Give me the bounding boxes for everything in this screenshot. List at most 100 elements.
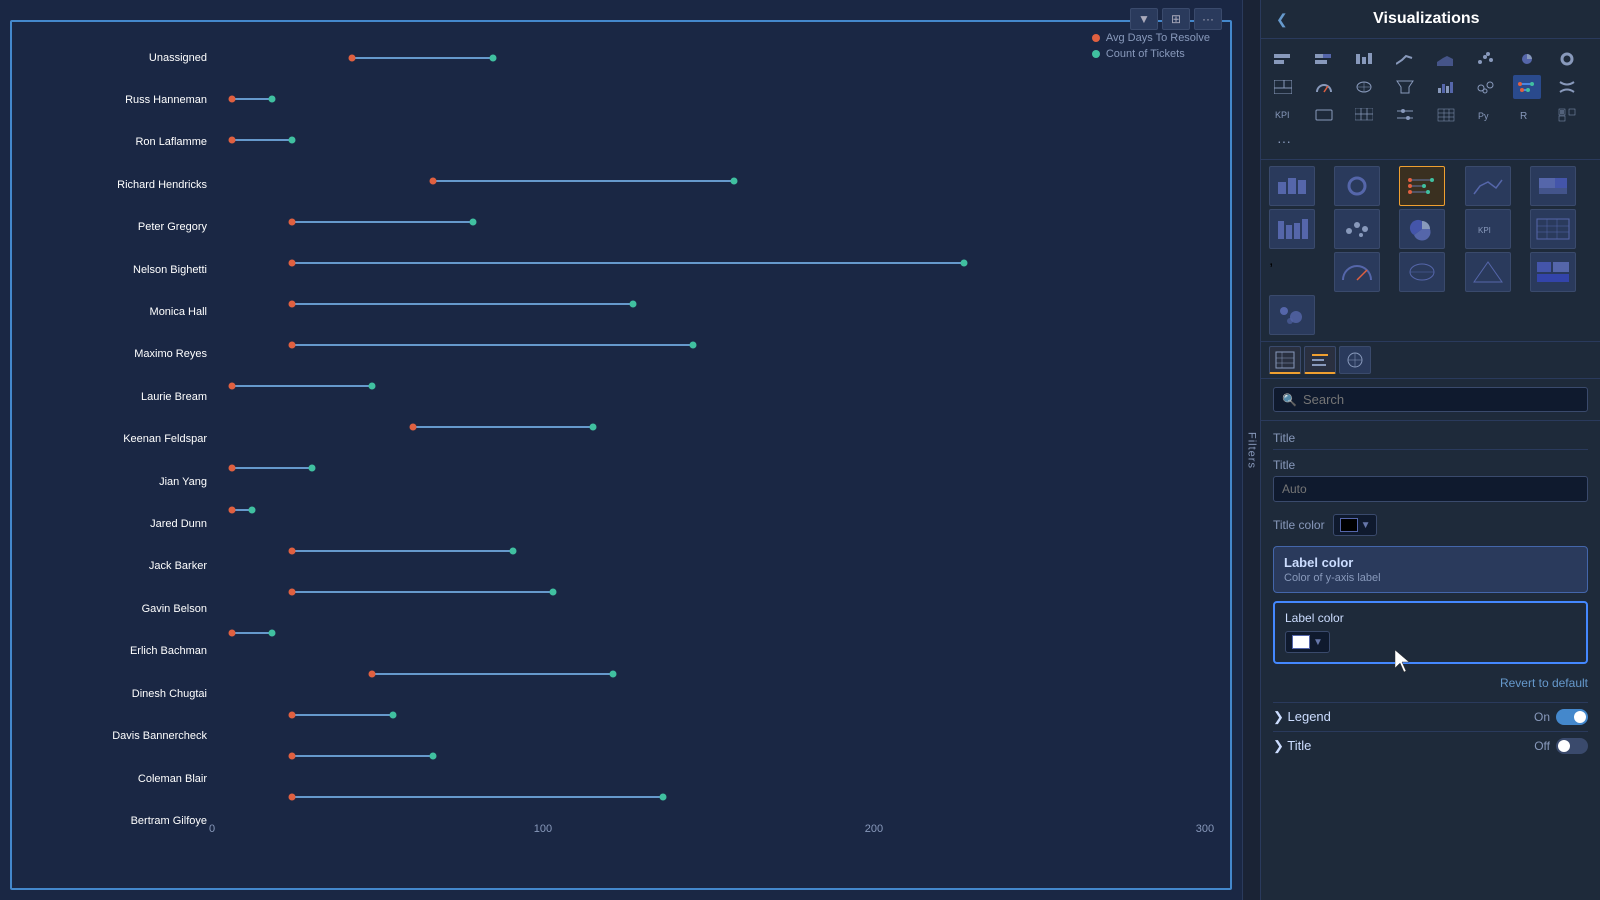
title-toggle-label: ❯ Title [1273, 738, 1311, 754]
viz-icon-treemap[interactable] [1269, 75, 1297, 99]
y-label: Russ Hanneman [27, 94, 207, 107]
title-label: Title [1273, 458, 1588, 472]
dot-teal [469, 218, 476, 225]
title-chevron[interactable]: ❯ [1273, 738, 1287, 753]
format-icon[interactable] [1304, 346, 1336, 374]
viz-icon-pie[interactable] [1513, 47, 1541, 71]
viz-icon-card[interactable] [1310, 103, 1338, 127]
legend-toggle-track[interactable] [1556, 709, 1588, 725]
y-label: Monica Hall [27, 306, 207, 319]
thumb-9[interactable]: KPI [1465, 209, 1511, 249]
table-icon[interactable] [1269, 346, 1301, 374]
thumb-7[interactable] [1334, 209, 1380, 249]
title-color-swatch [1340, 518, 1358, 532]
y-label: Jack Barker [27, 560, 207, 573]
table-row [212, 664, 1215, 684]
y-label: Gavin Belson [27, 603, 207, 616]
viz-icon-qr[interactable] [1553, 103, 1581, 127]
thumb-13[interactable] [1465, 252, 1511, 292]
dot-orange [349, 54, 356, 61]
dot-orange [369, 670, 376, 677]
search-input[interactable] [1303, 392, 1579, 407]
viz-icon-waterfall[interactable] [1432, 75, 1460, 99]
viz-icon-scatter2[interactable] [1472, 75, 1500, 99]
viz-icon-slicer[interactable] [1391, 103, 1419, 127]
viz-icon-bar[interactable] [1269, 47, 1297, 71]
y-label: Ron Laflamme [27, 136, 207, 149]
viz-icon-python[interactable]: Py [1472, 103, 1500, 127]
title-setting-group: Title [1273, 458, 1588, 502]
thumb-15[interactable] [1269, 295, 1315, 335]
table-row [212, 89, 1215, 109]
title-input[interactable] [1273, 476, 1588, 502]
dot-teal [269, 629, 276, 636]
viz-icon-donut[interactable] [1553, 47, 1581, 71]
main-area: ▼ ⊞ ··· Avg Days To Resolve Count of Tic… [0, 0, 1242, 900]
more-toolbar-btn[interactable]: ··· [1194, 8, 1222, 30]
tooltip-title: Label color [1284, 555, 1577, 570]
thumb-12[interactable] [1399, 252, 1445, 292]
analytics-icon[interactable] [1339, 346, 1371, 374]
label-color-box: Label color ▼ [1273, 601, 1588, 664]
dot-teal [429, 753, 436, 760]
search-icon: 🔍 [1282, 393, 1297, 407]
table-row [212, 787, 1215, 807]
thumbnail-grid: KPI , [1261, 160, 1600, 342]
viz-icon-gauge[interactable] [1310, 75, 1338, 99]
label-color-picker[interactable]: ▼ [1285, 631, 1330, 653]
viz-icon-dumbbell[interactable] [1513, 75, 1541, 99]
table-row [212, 253, 1215, 273]
viz-icon-area[interactable] [1432, 47, 1460, 71]
viz-icon-column[interactable] [1350, 47, 1378, 71]
dot-teal [630, 301, 637, 308]
filter-toolbar-btn[interactable]: ▼ [1130, 8, 1158, 30]
thumb-2[interactable] [1334, 166, 1380, 206]
chart-inner: UnassignedRuss HannemanRon LaflammeRicha… [27, 37, 1215, 843]
search-box: 🔍 [1273, 387, 1588, 412]
dot-orange [289, 260, 296, 267]
viz-icon-scatter[interactable] [1472, 47, 1500, 71]
viz-icon-line[interactable] [1391, 47, 1419, 71]
panel-header: ❮ Visualizations [1261, 0, 1600, 39]
viz-icon-kpi[interactable]: KPI [1269, 103, 1297, 127]
dot-teal [730, 177, 737, 184]
viz-icon-r[interactable]: R [1513, 103, 1541, 127]
viz-icon-matrix[interactable] [1350, 103, 1378, 127]
thumb-1[interactable] [1269, 166, 1315, 206]
dot-orange [229, 383, 236, 390]
legend-toggle-switch[interactable]: On [1534, 709, 1588, 725]
expand-toolbar-btn[interactable]: ⊞ [1162, 8, 1190, 30]
thumb-11[interactable] [1334, 252, 1380, 292]
viz-icon-ribbon[interactable] [1553, 75, 1581, 99]
viz-icon-map[interactable] [1350, 75, 1378, 99]
viz-icon-grid-3: KPI Py R [1269, 103, 1592, 127]
thumb-10[interactable] [1530, 209, 1576, 249]
y-label: Jared Dunn [27, 518, 207, 531]
tooltip-desc: Color of y-axis label [1284, 572, 1577, 584]
revert-button[interactable]: Revert to default [1273, 672, 1588, 694]
chart-plot: 0 100 200 300 [212, 37, 1215, 843]
thumb-4[interactable] [1465, 166, 1511, 206]
y-label: Bertram Gilfoye [27, 815, 207, 828]
viz-icon-funnel[interactable] [1391, 75, 1419, 99]
thumb-6[interactable] [1269, 209, 1315, 249]
title-toggle-switch[interactable]: Off [1534, 738, 1588, 754]
dot-orange [229, 136, 236, 143]
back-button[interactable]: ❮ [1276, 11, 1288, 28]
thumb-3-active[interactable] [1399, 166, 1445, 206]
dot-teal [309, 465, 316, 472]
title-color-dropdown-arrow: ▼ [1361, 520, 1371, 531]
thumb-5[interactable] [1530, 166, 1576, 206]
title-toggle-track[interactable] [1556, 738, 1588, 754]
dot-teal [590, 424, 597, 431]
viz-icon-stacked-bar[interactable] [1310, 47, 1338, 71]
legend-toggle-thumb [1574, 711, 1586, 723]
y-label: Dinesh Chugtai [27, 688, 207, 701]
thumb-14[interactable] [1530, 252, 1576, 292]
title-color-picker[interactable]: ▼ [1333, 514, 1378, 536]
y-label: Maximo Reyes [27, 348, 207, 361]
filters-sidebar[interactable]: Filters [1242, 0, 1260, 900]
viz-icon-table2[interactable] [1432, 103, 1460, 127]
thumb-8[interactable] [1399, 209, 1445, 249]
legend-chevron[interactable]: ❯ [1273, 709, 1288, 724]
